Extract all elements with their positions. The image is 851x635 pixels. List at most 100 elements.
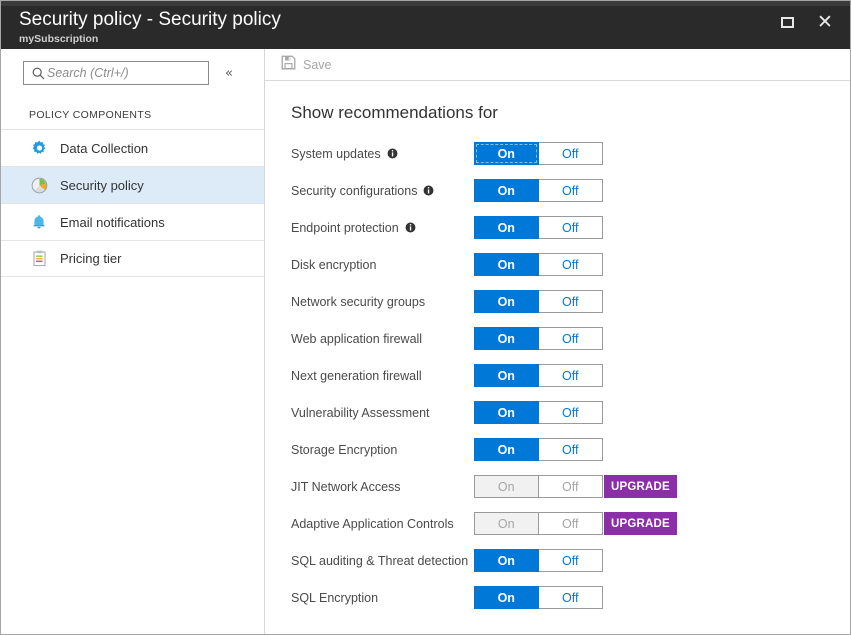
recommendations-panel: Show recommendations for System updatesO…: [265, 81, 850, 634]
policy-label-text: Disk encryption: [291, 258, 376, 272]
policy-toggle[interactable]: OnOff: [474, 364, 603, 387]
toggle-option-on[interactable]: On: [474, 179, 539, 202]
policy-label: SQL auditing & Threat detection: [291, 554, 468, 568]
toggle-option-off[interactable]: Off: [539, 401, 604, 424]
policy-label-text: Storage Encryption: [291, 443, 397, 457]
toggle-option-off[interactable]: Off: [539, 364, 604, 387]
toggle-option-on[interactable]: On: [474, 364, 539, 387]
policy-label-text: Adaptive Application Controls: [291, 517, 454, 531]
policy-row: JIT Network AccessOnOffUPGRADE: [291, 468, 850, 505]
toggle-option-on[interactable]: On: [474, 216, 539, 239]
save-button[interactable]: Save: [277, 53, 336, 77]
policy-toggle[interactable]: OnOff: [474, 253, 603, 276]
policy-toggle: OnOff: [474, 512, 603, 535]
policy-row: Disk encryption OnOff: [291, 246, 850, 283]
title-bar-strip: [1, 1, 850, 6]
policy-row: Endpoint protectionOnOff: [291, 209, 850, 246]
policy-label-text: Security configurations: [291, 184, 417, 198]
policy-label-text: SQL Encryption: [291, 591, 378, 605]
command-toolbar: Save: [265, 49, 850, 81]
policy-label: Next generation firewall: [291, 369, 422, 383]
save-label: Save: [303, 58, 332, 72]
policy-label: Disk encryption: [291, 258, 376, 272]
sidebar-item-pricing-tier[interactable]: Pricing tier: [1, 240, 264, 277]
toggle-option-off[interactable]: Off: [539, 253, 604, 276]
policy-row: SQL Encryption OnOff: [291, 579, 850, 616]
toggle-option-off[interactable]: Off: [539, 216, 604, 239]
sidebar-item-label: Data Collection: [60, 141, 148, 156]
toggle-option-on[interactable]: On: [474, 142, 539, 165]
toggle-option-off[interactable]: Off: [539, 438, 604, 461]
sidebar-item-security-policy[interactable]: Security policy: [1, 166, 264, 203]
save-floppy-icon: [281, 55, 296, 75]
upgrade-badge[interactable]: UPGRADE: [604, 475, 677, 498]
upgrade-badge[interactable]: UPGRADE: [604, 512, 677, 535]
toggle-option-off[interactable]: Off: [539, 179, 604, 202]
toggle-option-on[interactable]: On: [474, 401, 539, 424]
policy-row: System updates OnOff: [291, 135, 850, 172]
policy-label: Adaptive Application Controls: [291, 517, 454, 531]
policy-label: Security configurations: [291, 184, 434, 198]
restore-button[interactable]: [772, 9, 802, 35]
policy-label: JIT Network Access: [291, 480, 401, 494]
policy-row: Network security groups OnOff: [291, 283, 850, 320]
close-button[interactable]: ✕: [810, 9, 840, 35]
toggle-option-on[interactable]: On: [474, 438, 539, 461]
policy-row: SQL auditing & Threat detection OnOff: [291, 542, 850, 579]
policy-label: System updates: [291, 147, 398, 161]
restore-icon: [781, 17, 794, 28]
policy-row: Next generation firewall OnOff: [291, 357, 850, 394]
chevron-double-left-icon[interactable]: «: [220, 62, 238, 84]
pie-chart-icon: [29, 175, 49, 195]
policy-toggle[interactable]: OnOff: [474, 290, 603, 313]
policy-toggle[interactable]: OnOff: [474, 216, 603, 239]
toggle-option-on[interactable]: On: [474, 549, 539, 572]
sidebar-search-row: «: [1, 57, 264, 85]
policy-toggle[interactable]: OnOff: [474, 179, 603, 202]
toggle-option-on: On: [474, 475, 539, 498]
sidebar-section-label: POLICY COMPONENTS: [29, 109, 264, 121]
policy-label-text: System updates: [291, 147, 381, 161]
toggle-option-off[interactable]: Off: [539, 290, 604, 313]
title-bar-text-group: Security policy - Security policy mySubs…: [1, 1, 281, 46]
content-area: Save Show recommendations for System upd…: [265, 49, 850, 634]
toggle-option-off[interactable]: Off: [539, 549, 604, 572]
sidebar-item-data-collection[interactable]: Data Collection: [1, 129, 264, 166]
toggle-option-on[interactable]: On: [474, 327, 539, 350]
policy-row: Storage Encryption OnOff: [291, 431, 850, 468]
policy-toggle[interactable]: OnOff: [474, 142, 603, 165]
search-box[interactable]: [23, 61, 209, 85]
policy-label-text: Network security groups: [291, 295, 425, 309]
info-icon[interactable]: [423, 185, 434, 196]
policy-toggle[interactable]: OnOff: [474, 401, 603, 424]
toggle-option-on[interactable]: On: [474, 290, 539, 313]
toggle-option-on[interactable]: On: [474, 586, 539, 609]
policy-toggle[interactable]: OnOff: [474, 438, 603, 461]
policy-rows-list: System updatesOnOffSecurity configuratio…: [291, 135, 850, 616]
toggle-option-off[interactable]: Off: [539, 586, 604, 609]
policy-label: Web application firewall: [291, 332, 422, 346]
policy-label-text: Next generation firewall: [291, 369, 422, 383]
subscription-subtitle: mySubscription: [19, 32, 281, 46]
sidebar-item-label: Security policy: [60, 178, 144, 193]
search-input[interactable]: [47, 66, 192, 80]
policy-label: SQL Encryption: [291, 591, 378, 605]
sidebar-list: Data Collection Security policy: [1, 129, 264, 277]
page-title: Security policy - Security policy: [19, 9, 281, 31]
window-body: « POLICY COMPONENTS Data Collection: [1, 49, 850, 634]
policy-label: Vulnerability Assessment: [291, 406, 430, 420]
policy-label: Storage Encryption: [291, 443, 397, 457]
policy-toggle[interactable]: OnOff: [474, 549, 603, 572]
sidebar-item-email-notifications[interactable]: Email notifications: [1, 203, 264, 240]
toggle-option-off[interactable]: Off: [539, 327, 604, 350]
info-icon[interactable]: [405, 222, 416, 233]
policy-toggle[interactable]: OnOff: [474, 327, 603, 350]
info-icon[interactable]: [387, 148, 398, 159]
search-icon: [29, 67, 47, 80]
toggle-option-off[interactable]: Off: [539, 142, 604, 165]
policy-label-text: Vulnerability Assessment: [291, 406, 430, 420]
policy-toggle[interactable]: OnOff: [474, 586, 603, 609]
toggle-option-on[interactable]: On: [474, 253, 539, 276]
policy-row: Security configurations OnOff: [291, 172, 850, 209]
bell-icon: [29, 212, 49, 232]
